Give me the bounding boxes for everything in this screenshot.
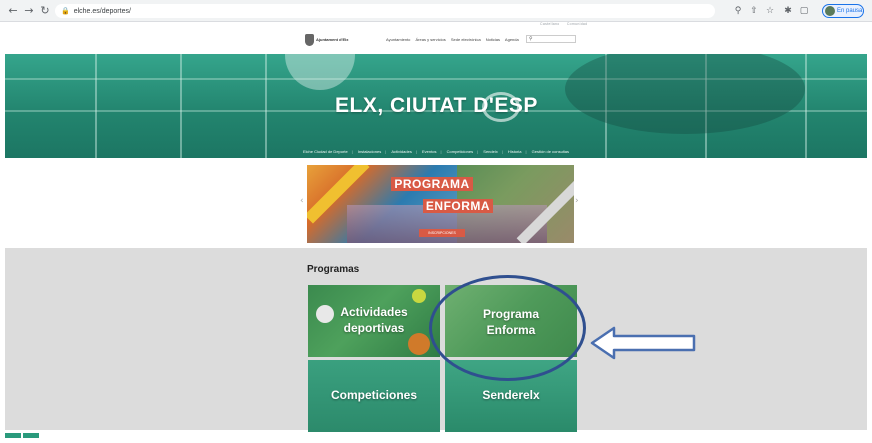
logo-text: Ajuntament d'Elx bbox=[316, 37, 349, 42]
section-nav-item[interactable]: Gestión de consultas bbox=[532, 149, 569, 154]
search-input[interactable]: ⚲ bbox=[526, 35, 576, 43]
sidebar-icon[interactable]: ▢ bbox=[798, 5, 810, 17]
language-bar: Castellano Comunidad bbox=[534, 22, 587, 26]
back-arrow-icon[interactable]: ← bbox=[6, 4, 20, 18]
search-icon: ⚲ bbox=[529, 36, 533, 42]
nav-noticias[interactable]: Noticias bbox=[486, 37, 500, 42]
tile-label-line2: deportivas bbox=[343, 321, 405, 335]
section-navigation: Elche Ciudad de Deporte | Instalaciones | … bbox=[302, 149, 570, 154]
ball-icon bbox=[412, 289, 426, 303]
net-line bbox=[805, 54, 807, 158]
share-icon[interactable]: ⇧ bbox=[748, 5, 760, 17]
site-logo[interactable]: Ajuntament d'Elx bbox=[304, 32, 359, 48]
zoom-icon[interactable]: ⚲ bbox=[732, 5, 744, 17]
nav-ayuntamiento[interactable]: Ayuntamiento bbox=[386, 37, 410, 42]
section-nav-item[interactable]: Elche Ciudad de Deporte bbox=[303, 149, 348, 154]
forward-arrow-icon[interactable]: → bbox=[22, 4, 36, 18]
section-nav-item[interactable]: Eventos bbox=[422, 149, 436, 154]
net-line bbox=[95, 54, 97, 158]
promo-carousel-slide[interactable]: PROGRAMA ENFORMA INSCRIPCIONES bbox=[307, 165, 574, 243]
section-nav-item[interactable]: Actividades bbox=[391, 149, 411, 154]
nav-sede[interactable]: Sede electrónica bbox=[451, 37, 481, 42]
site-header: Ajuntament d'Elx Ayuntamiento Áreas y se… bbox=[304, 32, 576, 48]
corner-button[interactable] bbox=[5, 433, 21, 438]
tile-competiciones[interactable]: Competiciones bbox=[308, 360, 440, 432]
nav-areas[interactable]: Áreas y servicios bbox=[416, 37, 446, 42]
community-link[interactable]: Comunidad bbox=[567, 22, 588, 26]
section-nav-item[interactable]: Competiciones bbox=[447, 149, 473, 154]
extension-icon[interactable]: ✱ bbox=[782, 5, 794, 17]
url-text: elche.es/deportes/ bbox=[73, 8, 131, 15]
annotation-arrow-icon bbox=[590, 326, 696, 360]
banner-cta-button[interactable]: INSCRIPCIONES bbox=[419, 229, 465, 237]
swirl-logo-icon bbox=[482, 92, 520, 122]
section-nav-item[interactable]: Instalaciones bbox=[358, 149, 381, 154]
top-navigation: Ayuntamiento Áreas y servicios Sede elec… bbox=[386, 37, 523, 42]
banner-title-line2: ENFORMA bbox=[423, 199, 493, 213]
nav-agenda[interactable]: Agenda bbox=[505, 37, 519, 42]
corner-button[interactable] bbox=[23, 433, 39, 438]
section-nav-item[interactable]: Historia bbox=[508, 149, 522, 154]
avatar bbox=[825, 6, 835, 16]
tile-label-line1: Senderelx bbox=[482, 388, 540, 402]
corner-controls bbox=[5, 425, 41, 443]
ball-icon bbox=[408, 333, 430, 355]
carousel-prev-icon[interactable]: ‹ bbox=[300, 196, 304, 206]
tile-label-line1: Actividades bbox=[340, 305, 408, 319]
page-content: Castellano Comunidad Ajuntament d'Elx Ay… bbox=[0, 22, 872, 438]
browser-toolbar: ← → ↻ 🔒 elche.es/deportes/ ⚲ ⇧ ☆ ✱ ▢ En p… bbox=[0, 0, 872, 22]
tile-label-line1: Competiciones bbox=[330, 388, 417, 402]
reload-icon[interactable]: ↻ bbox=[38, 4, 52, 18]
crest-icon bbox=[305, 34, 314, 46]
annotation-circle bbox=[429, 275, 586, 381]
net-line bbox=[180, 54, 182, 158]
language-link[interactable]: Castellano bbox=[540, 22, 560, 26]
section-title: Programas bbox=[307, 264, 360, 275]
section-nav-item[interactable]: Sendelx bbox=[483, 149, 497, 154]
profile-button[interactable]: En pausa bbox=[822, 4, 864, 18]
carousel-next-icon[interactable]: › bbox=[575, 196, 579, 206]
tile-actividades-deportivas[interactable]: Actividades deportivas bbox=[308, 285, 440, 357]
net-line bbox=[265, 54, 267, 158]
banner-title-line1: PROGRAMA bbox=[391, 177, 473, 191]
hero-banner: ELX, CIUTAT D'ESP Elche Ciudad de Deport… bbox=[5, 54, 867, 158]
profile-status: En pausa bbox=[837, 8, 863, 14]
lock-icon: 🔒 bbox=[61, 7, 70, 15]
star-icon[interactable]: ☆ bbox=[764, 5, 776, 17]
address-bar[interactable]: 🔒 elche.es/deportes/ bbox=[55, 4, 715, 18]
